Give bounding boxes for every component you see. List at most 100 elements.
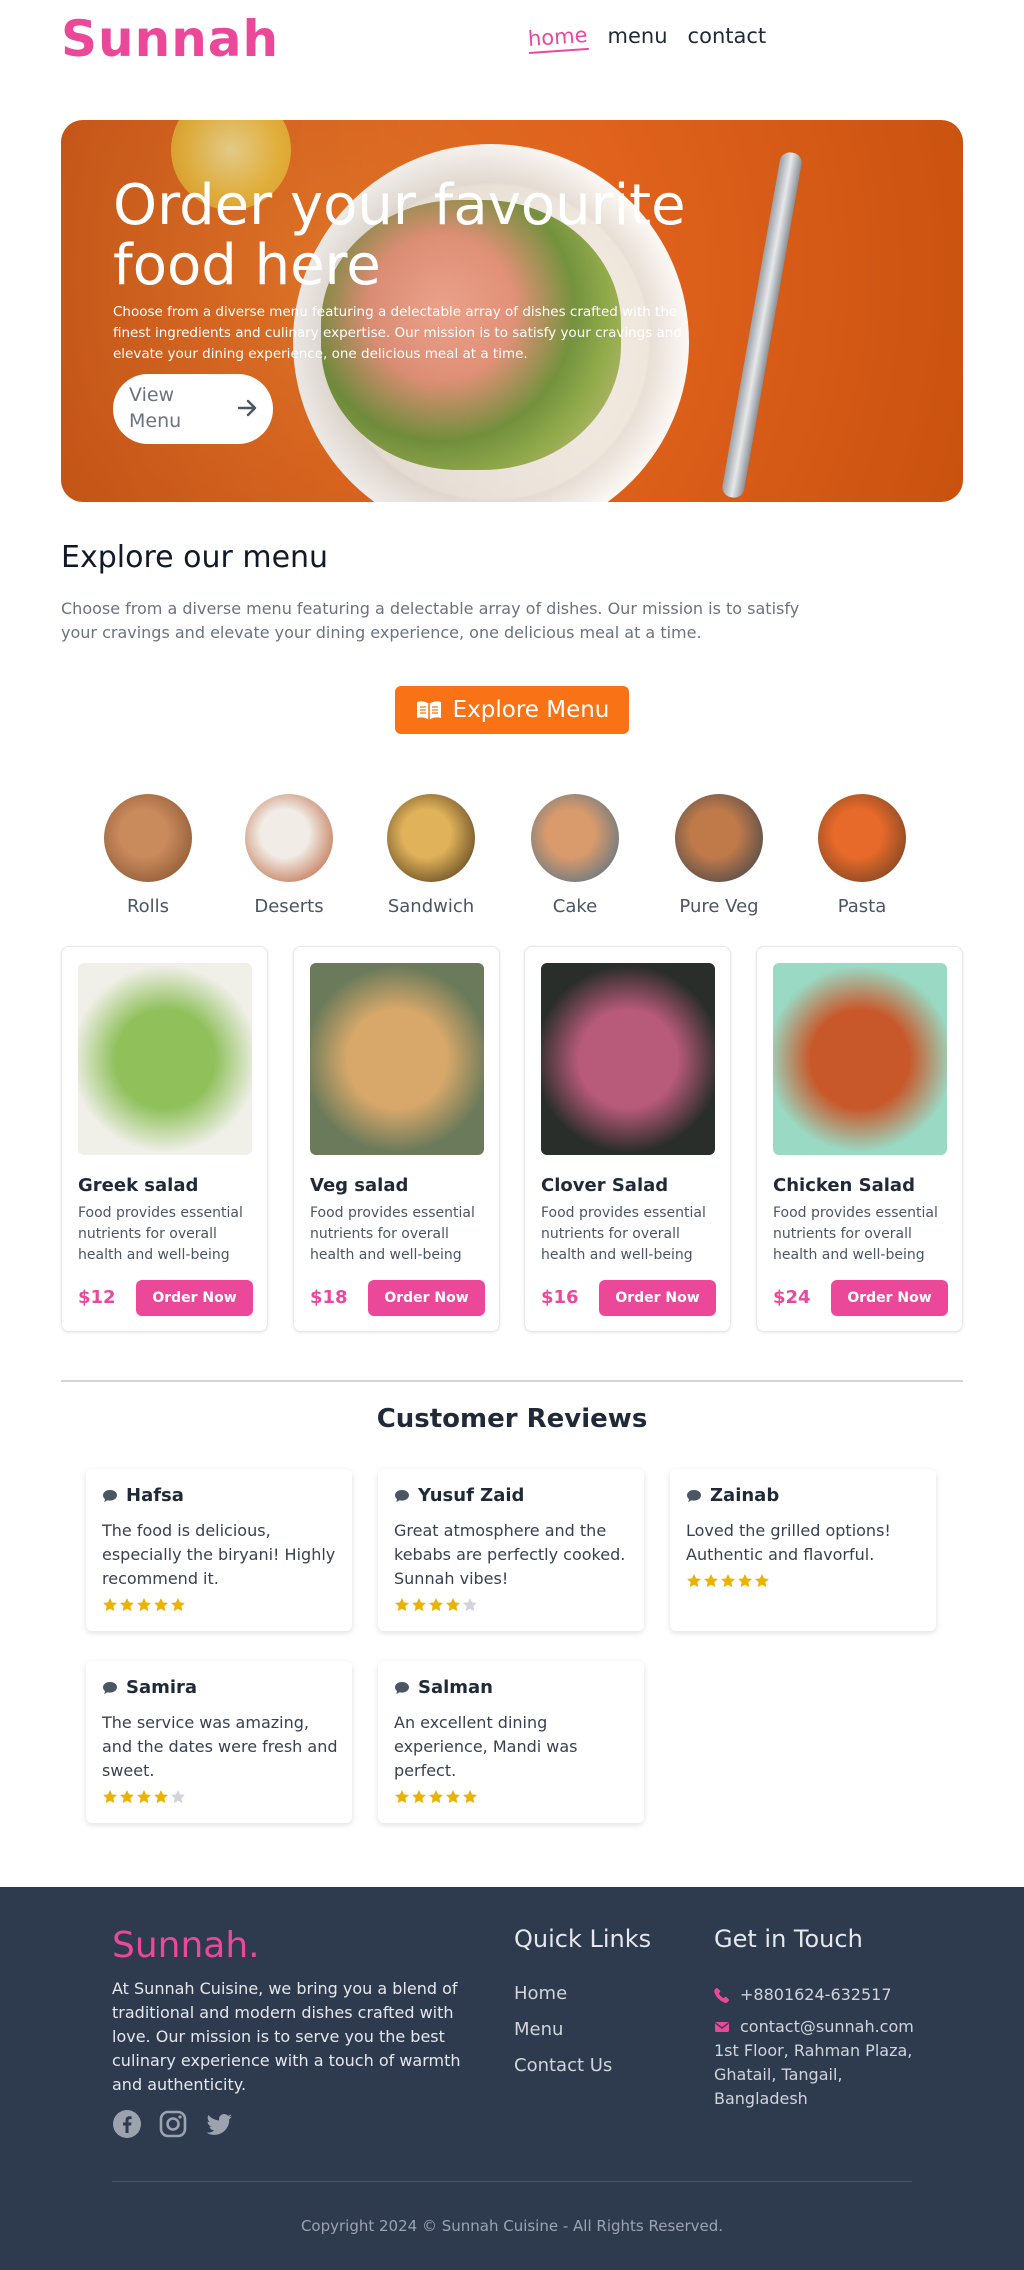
site-footer: Sunnah. At Sunnah Cuisine, we bring you … [0,1887,1024,2270]
footer-link-contact[interactable]: Contact Us [514,2055,612,2076]
review-text: The food is delicious, especially the bi… [102,1521,336,1588]
product-price: $18 [310,1287,348,1308]
star-icon [120,1598,134,1612]
star-rating [394,1597,478,1613]
product-image [541,963,715,1155]
star-icon [137,1790,151,1804]
nav-home-link[interactable]: home [527,21,589,55]
review-text: The service was amazing, and the dates w… [102,1713,338,1780]
review-card: Salman An excellent dining experience, M… [378,1661,644,1823]
category-item-cake[interactable]: Cake [510,794,640,917]
product-image [310,963,484,1155]
category-label: Pure Veg [679,896,759,917]
arrow-right-icon [237,399,257,417]
category-item-deserts[interactable]: Deserts [224,794,354,917]
star-icon [137,1598,151,1612]
footer-phone[interactable]: +8801624-632517 [714,1985,892,2004]
reviewer-name: Samira [126,1677,198,1698]
product-description: Food provides essential nutrients for ov… [541,1205,706,1263]
comment-icon [687,1489,701,1502]
instagram-icon[interactable] [158,2109,188,2139]
order-now-button[interactable]: Order Now [136,1280,253,1316]
product-card: Veg salad Food provides essential nutrie… [293,946,500,1332]
hero-title: Order your favourite food here [113,173,686,298]
review-card: Zainab Loved the grilled options! Authen… [670,1469,936,1631]
product-name: Veg salad [310,1175,409,1196]
star-icon [429,1598,443,1612]
comment-icon [103,1681,117,1694]
order-now-button[interactable]: Order Now [368,1280,485,1316]
star-icon [687,1574,701,1588]
product-name: Clover Salad [541,1175,669,1196]
product-grid: Greek salad Food provides essential nutr… [61,946,963,1332]
star-icon [395,1790,409,1804]
star-rating [686,1573,770,1589]
order-now-button[interactable]: Order Now [599,1280,716,1316]
product-name: Greek salad [78,1175,199,1196]
footer-link-home[interactable]: Home [514,1983,567,2004]
reviewer-name: Zainab [710,1485,780,1506]
explore-menu-button[interactable]: Explore Menu [395,686,629,734]
category-label: Deserts [254,896,324,917]
footer-link-menu[interactable]: Menu [514,2019,563,2040]
review-text: An excellent dining experience, Mandi wa… [394,1713,578,1780]
reviewer-name: Yusuf Zaid [418,1485,525,1506]
star-icon [412,1790,426,1804]
explore-menu-label: Explore Menu [452,697,610,723]
review-card: Samira The service was amazing, and the … [86,1661,352,1823]
star-icon [446,1790,460,1804]
site-logo[interactable]: Sunnah [61,10,279,68]
reviewer-name: Hafsa [126,1485,184,1506]
product-description: Food provides essential nutrients for ov… [773,1205,938,1263]
quick-links-heading: Quick Links [514,1925,652,1953]
reviews-heading: Customer Reviews [376,1404,648,1434]
star-rating [102,1597,186,1613]
nav-menu-link[interactable]: menu [608,24,668,52]
social-links [112,2109,234,2139]
view-menu-button[interactable]: View Menu [113,374,273,444]
explore-heading: Explore our menu [61,540,329,575]
star-icon [154,1790,168,1804]
review-text: Great atmosphere and the kebabs are perf… [394,1521,626,1588]
category-item-pure-veg[interactable]: Pure Veg [654,794,784,917]
footer-logo[interactable]: Sunnah. [112,1925,260,1966]
comment-icon [395,1681,409,1694]
category-image [245,794,333,882]
star-icon [721,1574,735,1588]
product-card: Clover Salad Food provides essential nut… [524,946,731,1332]
review-card: Hafsa The food is delicious, especially … [86,1469,352,1631]
footer-divider [112,2181,912,2182]
category-image [818,794,906,882]
star-icon [154,1598,168,1612]
category-item-sandwich[interactable]: Sandwich [366,794,496,917]
product-name: Chicken Salad [773,1175,915,1196]
review-text: Loved the grilled options! Authentic and… [686,1521,891,1564]
reviewer-name: Salman [418,1677,493,1698]
facebook-icon[interactable] [112,2109,142,2139]
product-description: Food provides essential nutrients for ov… [310,1205,475,1263]
twitter-icon[interactable] [204,2109,234,2139]
star-icon [429,1790,443,1804]
star-icon [463,1790,477,1804]
product-image [78,963,252,1155]
category-image [387,794,475,882]
nav-contact-link[interactable]: contact [688,24,767,52]
book-open-icon [416,701,441,720]
category-item-rolls[interactable]: Rolls [83,794,213,917]
star-icon [171,1790,185,1804]
order-now-button[interactable]: Order Now [831,1280,948,1316]
category-item-pasta[interactable]: Pasta [797,794,927,917]
category-image [104,794,192,882]
product-price: $12 [78,1287,116,1308]
review-card: Yusuf Zaid Great atmosphere and the keba… [378,1469,644,1631]
contact-heading: Get in Touch [714,1925,863,1953]
star-icon [120,1790,134,1804]
product-description: Food provides essential nutrients for ov… [78,1205,243,1263]
product-card: Chicken Salad Food provides essential nu… [756,946,963,1332]
star-icon [103,1790,117,1804]
comment-icon [103,1489,117,1502]
star-icon [412,1598,426,1612]
product-card: Greek salad Food provides essential nutr… [61,946,268,1332]
footer-email[interactable]: contact@sunnah.com [714,2017,914,2036]
category-image [531,794,619,882]
